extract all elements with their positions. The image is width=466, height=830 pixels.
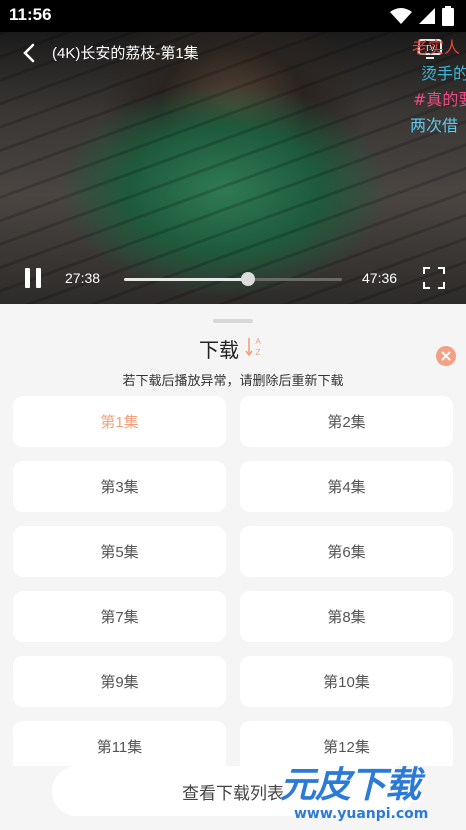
current-time: 27:38 bbox=[65, 270, 101, 286]
status-time: 11:56 bbox=[9, 5, 52, 24]
player-top-bar: (4K)长安的荔枝-第1集 TV bbox=[0, 32, 466, 72]
watermark: 元皮下载 www.yuanpi.com bbox=[280, 756, 466, 830]
seek-bar-progress bbox=[124, 278, 249, 281]
sort-button[interactable]: A Z bbox=[244, 334, 264, 360]
video-title: (4K)长安的荔枝-第1集 bbox=[52, 45, 199, 62]
episode-button[interactable]: 第7集 bbox=[13, 591, 226, 642]
watermark-logo: 元皮下载 bbox=[280, 765, 421, 806]
episode-button[interactable]: 第10集 bbox=[240, 656, 453, 707]
sort-az-icon: A Z bbox=[245, 337, 261, 357]
wifi-icon bbox=[390, 8, 412, 24]
danmaku-comment: 烫手的 bbox=[421, 64, 466, 83]
battery-icon bbox=[442, 6, 454, 26]
danmaku-comment: 两次借 bbox=[410, 116, 459, 135]
fullscreen-icon bbox=[423, 267, 445, 289]
status-bar: 11:56 bbox=[0, 0, 466, 32]
episode-button[interactable]: 第2集 bbox=[240, 396, 453, 447]
back-arrow-icon bbox=[23, 43, 35, 63]
signal-icon bbox=[419, 8, 435, 24]
episode-button[interactable]: 第5集 bbox=[13, 526, 226, 577]
video-player[interactable]: (4K)长安的荔枝-第1集 TV 老实人 烫手的 #真的要 两次借 27:38 … bbox=[0, 32, 466, 304]
sheet-title: 下载 bbox=[199, 340, 239, 362]
episode-grid: 第1集 第2集 第3集 第4集 第5集 第6集 第7集 第8集 第9集 第10集 第11集 第12集 bbox=[13, 396, 453, 766]
sort-label-a: A bbox=[255, 337, 261, 346]
total-time: 47:36 bbox=[362, 270, 398, 286]
close-icon bbox=[441, 351, 451, 361]
download-notice: 若下载后播放异常，请删除后重新下载 bbox=[122, 373, 344, 388]
pause-button[interactable] bbox=[22, 268, 44, 290]
status-icons bbox=[390, 6, 454, 26]
sheet-drag-handle[interactable] bbox=[213, 319, 253, 323]
danmaku-comment: #真的要 bbox=[413, 90, 466, 109]
episode-button[interactable]: 第1集 bbox=[13, 396, 226, 447]
episode-button[interactable]: 第3集 bbox=[13, 461, 226, 512]
seek-thumb[interactable] bbox=[241, 272, 256, 286]
watermark-url: www.yuanpi.com bbox=[294, 806, 429, 822]
player-controls: 27:38 47:36 bbox=[0, 258, 466, 304]
back-button[interactable] bbox=[14, 38, 44, 68]
episode-button[interactable]: 第6集 bbox=[240, 526, 453, 577]
episode-button[interactable]: 第8集 bbox=[240, 591, 453, 642]
seek-bar[interactable] bbox=[124, 272, 342, 286]
episode-button[interactable]: 第11集 bbox=[13, 721, 226, 766]
fullscreen-button[interactable] bbox=[423, 267, 445, 289]
episode-button[interactable]: 第9集 bbox=[13, 656, 226, 707]
sort-label-z: Z bbox=[256, 348, 261, 357]
danmaku-comment: 老实人 bbox=[412, 38, 461, 57]
close-button[interactable] bbox=[436, 346, 456, 366]
download-sheet: 下载 A Z 若下载后播放异常，请删除后重新下载 第1集 第2集 第3集 第4集 第5集… bbox=[0, 304, 466, 830]
episode-button[interactable]: 第4集 bbox=[240, 461, 453, 512]
